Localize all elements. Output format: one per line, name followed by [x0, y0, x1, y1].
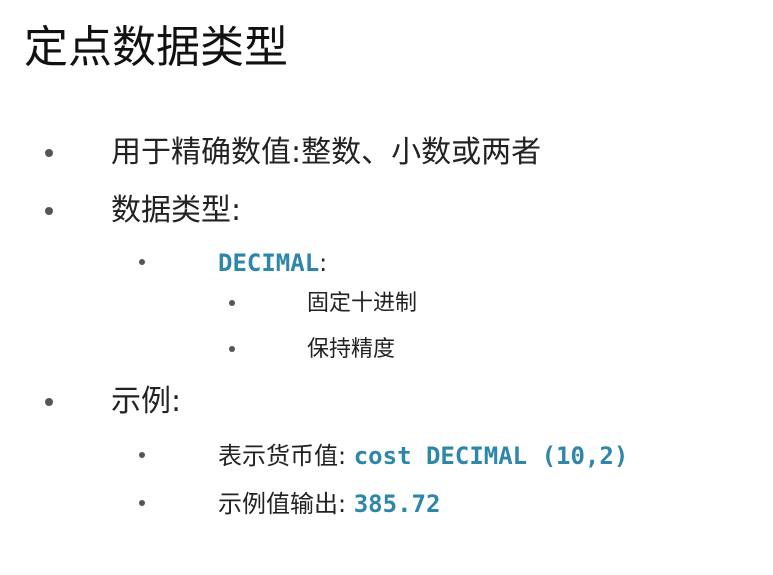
- bullet-dot: [139, 500, 145, 506]
- bullet-output-example: 示例值输出: 385.72: [139, 487, 759, 521]
- bullet-text: 固定十进制: [307, 291, 418, 316]
- code-output-value: 385.72: [353, 490, 441, 518]
- bullet-decimal: DECIMAL:: [139, 246, 739, 280]
- bullet-dot: [139, 452, 145, 458]
- bullet-examples: 示例:: [45, 382, 745, 422]
- bullet-dot: [45, 149, 53, 157]
- bullet-text: 示例值输出: 385.72: [218, 487, 440, 521]
- bullet-text: 数据类型:: [111, 193, 242, 228]
- slide-title: 定点数据类型: [24, 22, 288, 73]
- output-label: 示例值输出:: [218, 490, 347, 518]
- bullet-fixed-decimal: 固定十进制: [229, 288, 629, 320]
- code-cost-decimal: cost DECIMAL (10,2): [353, 442, 629, 470]
- bullet-text: 表示货币值: cost DECIMAL (10,2): [218, 439, 628, 473]
- bullet-precise-values: 用于精确数值:整数、小数或两者: [45, 133, 745, 173]
- bullet-dot: [229, 300, 235, 306]
- bullet-currency-example: 表示货币值: cost DECIMAL (10,2): [139, 439, 759, 473]
- bullet-text: 示例:: [111, 384, 182, 419]
- bullet-dot: [45, 207, 53, 215]
- bullet-text: DECIMAL:: [218, 246, 327, 280]
- colon: :: [319, 249, 328, 277]
- bullet-data-types: 数据类型:: [45, 191, 745, 231]
- bullet-keep-precision: 保持精度: [229, 334, 629, 366]
- currency-label: 表示货币值:: [218, 442, 347, 470]
- bullet-dot: [139, 259, 145, 265]
- bullet-dot: [45, 398, 53, 406]
- bullet-dot: [229, 346, 235, 352]
- code-decimal: DECIMAL: [218, 249, 320, 277]
- bullet-text: 保持精度: [307, 337, 396, 362]
- bullet-text: 用于精确数值:整数、小数或两者: [111, 135, 542, 170]
